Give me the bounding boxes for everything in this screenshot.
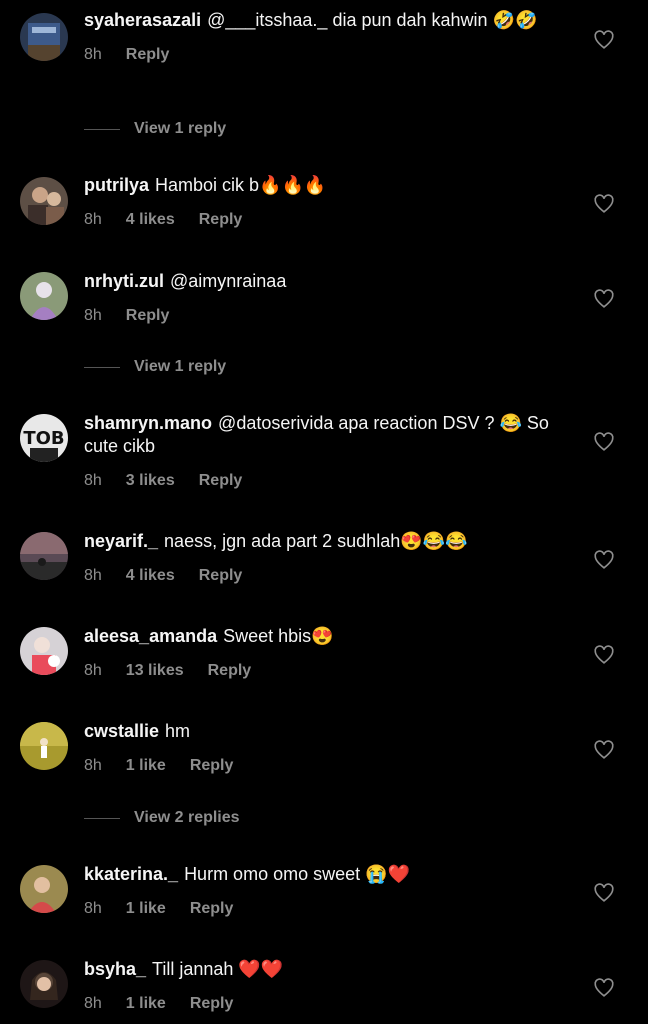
- comment-body: syaherasazali @___itsshaa._ dia pun dah k…: [84, 9, 568, 66]
- comment-username[interactable]: syaherasazali: [84, 10, 201, 30]
- comment-username[interactable]: bsyha_: [84, 959, 146, 979]
- comment-body: neyarif._ naess, jgn ada part 2 sudhlah😍😂…: [84, 530, 568, 587]
- comment-time: 8h: [84, 211, 102, 228]
- avatar[interactable]: [20, 272, 68, 320]
- comment-meta: 8h 13 likes Reply: [84, 662, 568, 682]
- comment-text: shamryn.mano @datoserivida apa reaction D…: [84, 412, 568, 458]
- comment-meta: 8h 1 like Reply: [84, 757, 568, 777]
- reply-button[interactable]: Reply: [190, 757, 234, 774]
- view-replies-label: View 2 replies: [134, 809, 240, 826]
- heart-icon[interactable]: [593, 739, 615, 761]
- comment-username[interactable]: cwstallie: [84, 721, 159, 741]
- comment-text: bsyha_ Till jannah ❤️❤️: [84, 958, 568, 981]
- avatar[interactable]: [20, 960, 68, 1008]
- comment-meta: 8h 4 likes Reply: [84, 211, 568, 231]
- comment-body: aleesa_amanda Sweet hbis😍 8h 13 likes Reply: [84, 625, 568, 682]
- comment-message: Sweet hbis😍: [223, 626, 334, 646]
- avatar[interactable]: [20, 532, 68, 580]
- comment-message: @___itsshaa._ dia pun dah kahwin 🤣🤣: [207, 10, 538, 30]
- comment-text: putrilya Hamboi cik b🔥🔥🔥: [84, 174, 568, 197]
- comment-meta: 8h 1 like Reply: [84, 900, 568, 920]
- reply-button[interactable]: Reply: [199, 472, 243, 489]
- likes-count[interactable]: 4 likes: [126, 567, 175, 584]
- comment-body: bsyha_ Till jannah ❤️❤️ 8h 1 like Reply: [84, 958, 568, 1015]
- comment-username[interactable]: kkaterina._: [84, 864, 178, 884]
- comment-text: syaherasazali @___itsshaa._ dia pun dah k…: [84, 9, 568, 32]
- reply-button[interactable]: Reply: [190, 995, 234, 1012]
- comment-username[interactable]: neyarif._: [84, 531, 158, 551]
- heart-icon[interactable]: [593, 431, 615, 453]
- reply-button[interactable]: Reply: [190, 900, 234, 917]
- comment-time: 8h: [84, 46, 102, 63]
- avatar[interactable]: [20, 627, 68, 675]
- reply-button[interactable]: Reply: [126, 307, 170, 324]
- comment-time: 8h: [84, 307, 102, 324]
- comment-body: cwstallie hm 8h 1 like Reply: [84, 720, 568, 777]
- avatar[interactable]: [20, 865, 68, 913]
- comment-text: kkaterina._ Hurm omo omo sweet 😭❤️: [84, 863, 568, 886]
- divider-line: [84, 366, 120, 368]
- comment-body: kkaterina._ Hurm omo omo sweet 😭❤️ 8h 1 li…: [84, 863, 568, 920]
- likes-count[interactable]: 1 like: [126, 995, 166, 1012]
- comment-message: Hamboi cik b🔥🔥🔥: [155, 175, 327, 195]
- comment-time: 8h: [84, 757, 102, 774]
- comment-message: Hurm omo omo sweet 😭❤️: [184, 864, 410, 884]
- comment-username[interactable]: shamryn.mano: [84, 413, 212, 433]
- comment-username[interactable]: putrilya: [84, 175, 149, 195]
- heart-icon[interactable]: [593, 29, 615, 51]
- view-replies-button[interactable]: View 2 replies: [84, 809, 240, 827]
- view-replies-label: View 1 reply: [134, 120, 227, 137]
- heart-icon[interactable]: [593, 882, 615, 904]
- heart-icon[interactable]: [593, 193, 615, 215]
- likes-count[interactable]: 13 likes: [126, 662, 184, 679]
- comment-meta: 8h Reply: [84, 307, 568, 327]
- comment-text: aleesa_amanda Sweet hbis😍: [84, 625, 568, 648]
- heart-icon[interactable]: [593, 977, 615, 999]
- avatar[interactable]: [20, 13, 68, 61]
- comment-body: nrhyti.zul @aimynrainaa 8h Reply: [84, 270, 568, 327]
- divider-line: [84, 817, 120, 819]
- comment-text: cwstallie hm: [84, 720, 568, 743]
- comment-message: @aimynrainaa: [170, 271, 287, 291]
- comment-username[interactable]: nrhyti.zul: [84, 271, 164, 291]
- avatar[interactable]: [20, 722, 68, 770]
- view-replies-button[interactable]: View 1 reply: [84, 120, 226, 138]
- comment-message: naess, jgn ada part 2 sudhlah😍😂😂: [164, 531, 468, 551]
- divider-line: [84, 128, 120, 130]
- comment-text: neyarif._ naess, jgn ada part 2 sudhlah😍😂…: [84, 530, 568, 553]
- svg-text:TOB: TOB: [23, 428, 64, 449]
- reply-button[interactable]: Reply: [208, 662, 252, 679]
- comment-time: 8h: [84, 472, 102, 489]
- heart-icon[interactable]: [593, 549, 615, 571]
- likes-count[interactable]: 1 like: [126, 757, 166, 774]
- comment-time: 8h: [84, 567, 102, 584]
- likes-count[interactable]: 1 like: [126, 900, 166, 917]
- view-replies-button[interactable]: View 1 reply: [84, 358, 226, 376]
- reply-button[interactable]: Reply: [199, 211, 243, 228]
- comment-time: 8h: [84, 662, 102, 679]
- comment-meta: 8h 3 likes Reply: [84, 472, 568, 492]
- comment-time: 8h: [84, 995, 102, 1012]
- comment-text: nrhyti.zul @aimynrainaa: [84, 270, 568, 293]
- comment-body: putrilya Hamboi cik b🔥🔥🔥 8h 4 likes Reply: [84, 174, 568, 231]
- heart-icon[interactable]: [593, 644, 615, 666]
- reply-button[interactable]: Reply: [199, 567, 243, 584]
- comment-body: shamryn.mano @datoserivida apa reaction D…: [84, 412, 568, 492]
- avatar[interactable]: [20, 177, 68, 225]
- comment-meta: 8h Reply: [84, 46, 568, 66]
- comment-meta: 8h 4 likes Reply: [84, 567, 568, 587]
- comment-username[interactable]: aleesa_amanda: [84, 626, 217, 646]
- comment-message: hm: [165, 721, 191, 741]
- comment-meta: 8h 1 like Reply: [84, 995, 568, 1015]
- avatar[interactable]: TOB: [20, 414, 68, 462]
- comment-time: 8h: [84, 900, 102, 917]
- view-replies-label: View 1 reply: [134, 358, 227, 375]
- likes-count[interactable]: 3 likes: [126, 472, 175, 489]
- likes-count[interactable]: 4 likes: [126, 211, 175, 228]
- heart-icon[interactable]: [593, 288, 615, 310]
- reply-button[interactable]: Reply: [126, 46, 170, 63]
- comment-message: Till jannah ❤️❤️: [152, 959, 284, 979]
